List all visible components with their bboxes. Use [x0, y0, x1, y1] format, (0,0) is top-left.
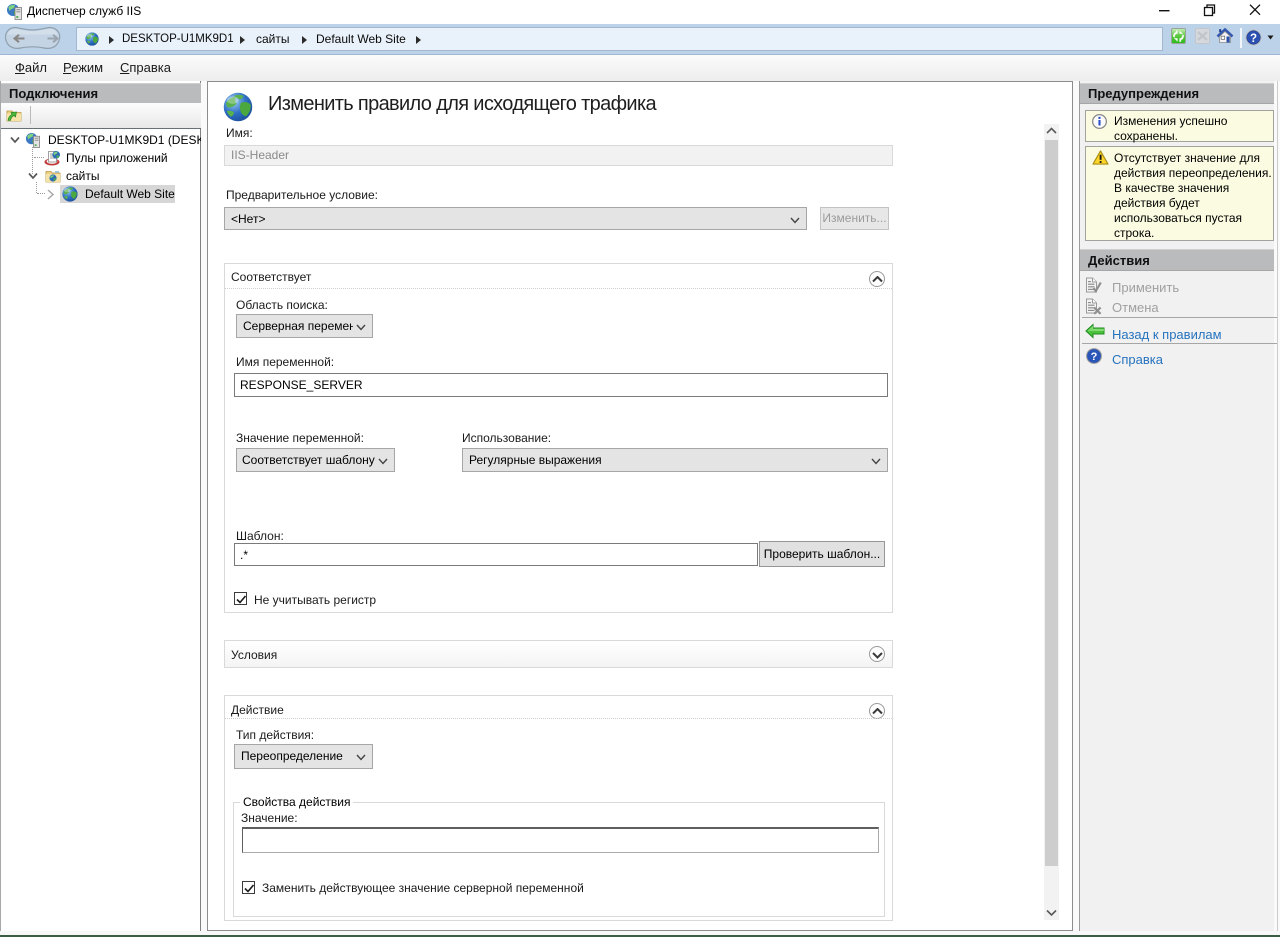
svg-text:?: ? — [1091, 351, 1098, 363]
svg-text:?: ? — [1250, 33, 1257, 45]
